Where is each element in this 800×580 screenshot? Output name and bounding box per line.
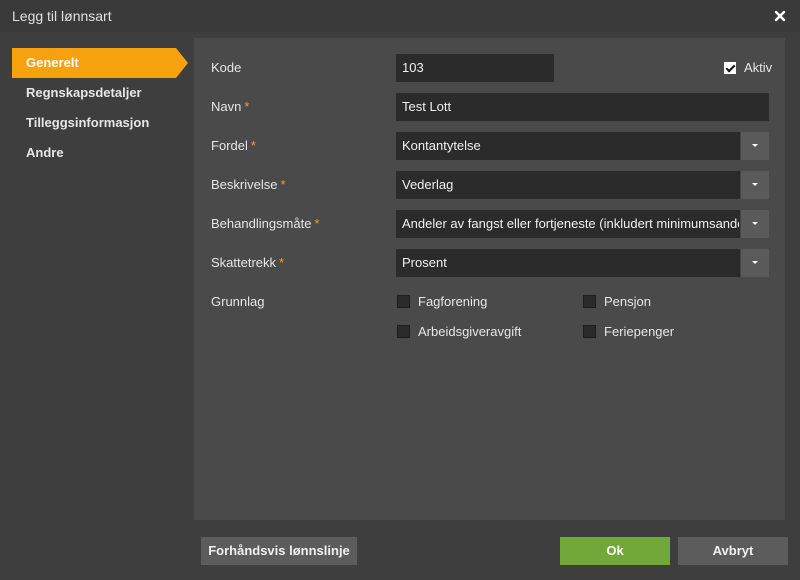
kode-label: Kode	[211, 60, 242, 75]
dialog-title: Legg til lønnsart	[12, 8, 112, 24]
required-marker: *	[244, 99, 250, 114]
sidebar-item-label: Generelt	[26, 55, 79, 70]
kode-input[interactable]	[396, 54, 554, 82]
skattetrekk-value: Prosent	[402, 255, 447, 270]
arbeidsgiveravgift-checkbox[interactable]: Arbeidsgiveravgift	[397, 324, 521, 339]
dialog: Legg til lønnsart Generelt Regnskapsdeta…	[0, 0, 800, 580]
navn-label: Navn *	[211, 99, 249, 114]
required-marker: *	[279, 255, 285, 270]
skattetrekk-select[interactable]: Prosent	[396, 249, 769, 277]
behandlingsmate-label-text: Behandlingsmåte	[211, 216, 312, 231]
checkbox-checked-icon	[724, 61, 736, 74]
ok-button[interactable]: Ok	[560, 537, 670, 565]
title-bar: Legg til lønnsart	[0, 0, 800, 32]
beskrivelse-label-text: Beskrivelse	[211, 177, 278, 192]
fordel-value: Kontantytelse	[402, 138, 481, 153]
sidebar-item-label: Andre	[26, 145, 64, 160]
pensjon-label: Pensjon	[604, 294, 651, 309]
preview-payline-button[interactable]: Forhåndsvis lønnslinje	[201, 537, 357, 565]
grunnlag-label: Grunnlag	[211, 294, 265, 309]
sidebar-item-generelt[interactable]: Generelt	[12, 48, 188, 78]
chevron-down-icon[interactable]	[740, 210, 769, 238]
pensjon-checkbox[interactable]: Pensjon	[583, 294, 651, 309]
required-marker: *	[250, 138, 256, 153]
beskrivelse-label: Beskrivelse *	[211, 177, 286, 192]
fagforening-checkbox[interactable]: Fagforening	[397, 294, 487, 309]
skattetrekk-label-text: Skattetrekk	[211, 255, 277, 270]
form-panel: Kode Aktiv Navn* Fordel* Kontantytelse B…	[194, 38, 785, 520]
chevron-down-icon[interactable]	[740, 171, 769, 199]
feriepenger-checkbox[interactable]: Feriepenger	[583, 324, 674, 339]
aktiv-label: Aktiv	[744, 60, 773, 75]
sidebar-item-label: Regnskapsdetaljer	[26, 85, 142, 100]
navn-label-text: Navn	[211, 99, 242, 114]
fordel-label-text: Fordel	[211, 138, 248, 153]
beskrivelse-select[interactable]: Vederlag	[396, 171, 769, 199]
chevron-down-icon[interactable]	[740, 249, 769, 277]
navn-input[interactable]	[396, 93, 769, 121]
behandlingsmate-select[interactable]: Andeler av fangst eller fortjeneste (ink…	[396, 210, 769, 238]
feriepenger-label: Feriepenger	[604, 324, 675, 339]
fordel-label: Fordel *	[211, 138, 256, 153]
required-marker: *	[280, 177, 286, 192]
cancel-button[interactable]: Avbryt	[678, 537, 788, 565]
checkbox-icon	[397, 295, 410, 308]
required-marker: *	[314, 216, 320, 231]
sidebar-item-label: Tilleggsinformasjon	[26, 115, 150, 130]
arbeidsgiveravgift-label: Arbeidsgiveravgift	[418, 324, 522, 339]
aktiv-checkbox[interactable]: Aktiv	[724, 60, 772, 75]
beskrivelse-value: Vederlag	[402, 177, 454, 192]
fagforening-label: Fagforening	[418, 294, 488, 309]
checkbox-icon	[583, 325, 596, 338]
checkbox-icon	[583, 295, 596, 308]
fordel-select[interactable]: Kontantytelse	[396, 132, 769, 160]
chevron-down-icon[interactable]	[740, 132, 769, 160]
checkbox-icon	[397, 325, 410, 338]
sidebar-item-tilleggsinformasjon[interactable]: Tilleggsinformasjon	[0, 108, 185, 138]
behandlingsmate-label: Behandlingsmåte *	[211, 216, 320, 231]
sidebar-nav: Generelt Regnskapsdetaljer Tilleggsinfor…	[0, 48, 188, 168]
close-icon[interactable]	[770, 6, 790, 26]
sidebar-item-regnskapsdetaljer[interactable]: Regnskapsdetaljer	[0, 78, 185, 108]
skattetrekk-label: Skattetrekk *	[211, 255, 284, 270]
behandlingsmate-value: Andeler av fangst eller fortjeneste (ink…	[402, 216, 739, 231]
sidebar-item-andre[interactable]: Andre	[0, 138, 185, 168]
